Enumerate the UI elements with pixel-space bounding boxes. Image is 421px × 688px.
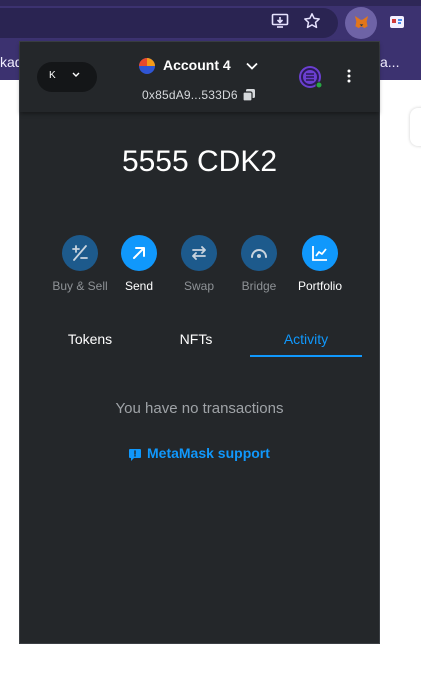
send-label: Send (124, 279, 154, 293)
bridge-circle (241, 235, 277, 271)
browser-toolbar (0, 0, 421, 44)
empty-activity-message: You have no transactions (115, 400, 284, 417)
popup-header: K Account 4 0x85dA9...533D6 (20, 42, 379, 112)
portfolio-circle (302, 235, 338, 271)
tab-tokens[interactable]: Tokens (42, 331, 138, 347)
network-selector[interactable]: K (37, 62, 97, 92)
support-link-text: MetaMask support (147, 445, 270, 461)
network-avatar: K (49, 70, 56, 81)
active-tab-indicator (250, 355, 362, 357)
tab-activity[interactable]: Activity (250, 331, 362, 347)
tab-nfts[interactable]: NFTs (148, 331, 244, 347)
token-balance: 5555 CDK2 (121, 145, 278, 178)
kebab-menu-icon[interactable] (343, 68, 355, 84)
copy-icon[interactable] (242, 88, 256, 102)
chevron-down-icon[interactable] (244, 58, 260, 74)
send-button[interactable]: Send (109, 235, 169, 293)
buy-sell-circle (62, 235, 98, 271)
chevron-down-icon (72, 72, 80, 77)
swap-label: Swap (183, 279, 215, 293)
buy-sell-label: Buy & Sell (52, 279, 108, 293)
bridge-label: Bridge (241, 279, 277, 293)
swap-circle (181, 235, 217, 271)
account-avatar-icon (139, 58, 155, 74)
browser-tab-strip (0, 0, 421, 6)
plus-minus-icon (72, 245, 88, 261)
account-name[interactable]: Account 4 (163, 57, 231, 73)
bridge-icon (251, 249, 267, 258)
page-card (410, 108, 421, 146)
portfolio-button[interactable]: Portfolio (290, 235, 350, 293)
swap-arrows-icon (192, 246, 206, 260)
arrow-up-right-icon (133, 247, 145, 259)
connected-site-icon[interactable] (297, 64, 323, 90)
install-app-icon[interactable] (269, 12, 291, 34)
chart-icon (312, 246, 327, 261)
bookmark-star-icon[interactable] (301, 12, 323, 34)
swap-button[interactable]: Swap (169, 235, 229, 293)
metamask-fox-icon (354, 15, 369, 29)
extension-icon[interactable] (390, 16, 404, 28)
bridge-button[interactable]: Bridge (229, 235, 289, 293)
buy-sell-button[interactable]: Buy & Sell (50, 235, 110, 293)
portfolio-label: Portfolio (297, 279, 343, 293)
bookmark-item[interactable]: a... (380, 54, 399, 70)
metamask-popup: K Account 4 0x85dA9...533D6 5555 CDK2 Bu… (20, 42, 379, 643)
send-circle (121, 235, 157, 271)
account-address[interactable]: 0x85dA9...533D6 (142, 88, 238, 102)
chat-support-icon (129, 449, 141, 461)
